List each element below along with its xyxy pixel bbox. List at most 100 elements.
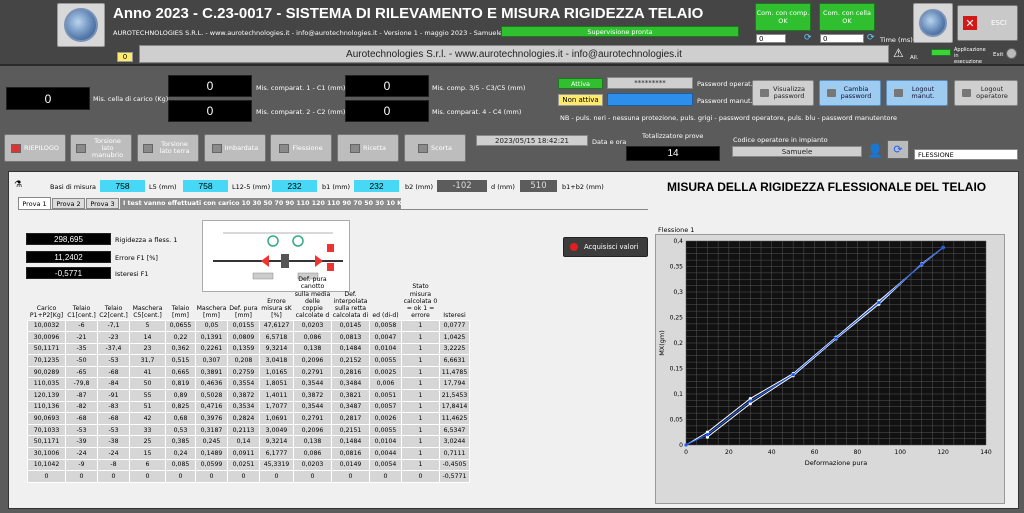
table-row: 110,035 -79,8 -84 50 0,819 0,4636 0,3554 1,8051… — [27, 377, 470, 391]
x-tick-label: 120 — [937, 449, 949, 456]
table-row: 50,1171 -35 -37,4 23 0,362 0,2261 0,1359 9,3214… — [27, 342, 470, 356]
table-cell: 3,0049 — [259, 423, 294, 437]
y-tick-label: 0,1 — [673, 391, 683, 398]
table-cell: 0,14 — [227, 435, 260, 449]
table-cell: 50,1171 — [27, 342, 66, 356]
nav-ricetta-button[interactable]: Ricetta — [337, 134, 399, 162]
visualizza-password-button[interactable]: Visualizza password — [752, 80, 814, 106]
microscope-icon: ⚗ — [14, 180, 23, 190]
totalizzatore-label: Totalizzatore prove — [642, 132, 704, 140]
table-cell: 0,0057 — [369, 400, 402, 414]
c4-display: 0 — [345, 100, 429, 122]
refresh-operator-button[interactable]: ⟳ — [887, 140, 909, 159]
logout-manut-button[interactable]: Logout manut. — [886, 80, 948, 106]
table-cell: 47,6127 — [259, 319, 294, 333]
column-header: Stato misura calcolata 0 = ok 1 = errore — [403, 283, 438, 320]
tab-prova-3[interactable]: Prova 3 — [86, 198, 119, 209]
table-cell: 42 — [129, 412, 166, 425]
c35-display: 0 — [345, 75, 429, 97]
table-cell: -68 — [97, 412, 130, 425]
table-cell: 0,2113 — [227, 423, 260, 437]
table-cell: -50 — [65, 354, 98, 367]
table-cell: -8 — [97, 458, 130, 472]
data-point — [941, 245, 945, 250]
table-cell: 0,3891 — [195, 365, 228, 379]
table-cell: -83 — [97, 400, 130, 414]
table-cell: 1 — [401, 342, 440, 356]
table-cell: 14 — [129, 331, 166, 344]
table-cell: 70,1033 — [27, 423, 66, 437]
d-value: -102 — [437, 180, 487, 192]
table-cell: 0,3544 — [293, 377, 332, 391]
table-cell: 0,3872 — [227, 389, 260, 402]
table-cell: 9,3214 — [259, 435, 294, 449]
tab-prova-2[interactable]: Prova 2 — [52, 198, 85, 209]
refresh-icon-2: ⟳ — [867, 33, 875, 43]
table-cell: 6,6631 — [439, 354, 470, 367]
x-tick-label: 80 — [854, 449, 862, 456]
table-cell: 1 — [401, 389, 440, 402]
table-row: 30,1006 -24 -24 15 0,24 0,1489 0,0911 6,1777 0,0… — [27, 447, 470, 460]
logout-icon — [894, 89, 903, 97]
table-cell: 1,4011 — [259, 389, 294, 402]
y-tick-label: 0,15 — [670, 366, 684, 373]
logout-operatore-button[interactable]: Logout operatore — [954, 80, 1018, 106]
counter-box: 0 — [117, 52, 133, 62]
nav-torsione-terra-button[interactable]: Torsione lato terra — [137, 134, 199, 162]
nav-riepilogo-button[interactable]: RIEPILOGO — [4, 134, 66, 162]
password-manut-field[interactable] — [607, 93, 693, 106]
esci-button[interactable]: ✕ ESCI — [957, 5, 1018, 41]
x-tick-label: 100 — [895, 449, 907, 456]
password-note: NB - puls. neri - nessuna protezione, pu… — [560, 114, 898, 122]
tab-prova-1[interactable]: Prova 1 — [18, 197, 51, 209]
table-row: 120,139 -87 -91 55 0,89 0,5028 0,3872 1,4011 0,3… — [27, 389, 470, 402]
acquisisci-valori-button[interactable]: Acquisisci valori — [563, 237, 648, 257]
table-row: 70,1235 -50 -53 31,7 0,515 0,307 0,208 3,0418 0,… — [27, 354, 470, 367]
table-cell: 0,3821 — [331, 389, 370, 402]
table-row: 50,1171 -39 -38 25 0,385 0,245 0,14 9,3214 0,138… — [27, 435, 470, 449]
table-cell: -39 — [65, 435, 98, 449]
yaw-icon — [211, 143, 222, 153]
company-banner: Aurotechnologies S.r.l. - www.aurotechno… — [139, 45, 889, 63]
table-cell: 0,24 — [165, 447, 196, 460]
nav-scorta-button[interactable]: Scorta — [404, 134, 466, 162]
table-cell: 1,0691 — [259, 412, 294, 425]
table-cell: 1 — [401, 400, 440, 414]
table-row: 0 0 0 0 0 0 0 0 0 0 0 0 -0,5771 — [27, 470, 470, 483]
data-point — [705, 433, 710, 437]
table-row: 110,136 -82 -83 51 0,825 0,4716 0,3534 1,7077 0,… — [27, 400, 470, 414]
logout-icon-2 — [962, 89, 971, 97]
table-cell: 120,139 — [27, 389, 66, 402]
table-cell: -53 — [97, 423, 130, 437]
table-cell: 17,8414 — [439, 400, 470, 414]
password-oper-field[interactable]: ********* — [607, 77, 693, 89]
table-cell: 41 — [129, 365, 166, 379]
column-header: Telaio [mm] — [171, 305, 190, 320]
column-header: Maschera C5[cent.] — [132, 305, 163, 320]
table-row: 70,1033 -53 -53 33 0,53 0,3187 0,2113 3,0049 0,2… — [27, 423, 470, 437]
l12-value[interactable]: 758 — [183, 180, 228, 192]
cambia-password-button[interactable]: Cambia password — [819, 80, 881, 106]
table-cell: 0,22 — [165, 331, 196, 344]
table-cell: 0,0251 — [227, 458, 260, 472]
table-cell: 0,515 — [165, 354, 196, 367]
table-cell: 90,0289 — [27, 365, 66, 379]
table-cell: -53 — [97, 354, 130, 367]
bend-icon — [279, 143, 290, 153]
b2-value[interactable]: 232 — [354, 180, 399, 192]
table-body: 10,0032 -6 -7,1 5 0,0655 0,05 0,0155 47,6127 0,0… — [27, 319, 470, 483]
app-running-label: Applicazione in esecuzione — [954, 47, 986, 65]
com-cella-time: 0 — [820, 34, 864, 43]
table-cell: -37,4 — [97, 342, 130, 356]
table-cell: 110,035 — [27, 377, 66, 391]
nav-imbardata-button[interactable]: Imbardata — [204, 134, 266, 162]
column-header: Telaio C2[cent.] — [99, 305, 128, 320]
table-cell: 9,3214 — [259, 342, 294, 356]
b1-value[interactable]: 232 — [272, 180, 317, 192]
nav-flessione-button[interactable]: Flessione — [270, 134, 332, 162]
table-cell: 0 — [65, 470, 98, 483]
exit-toggle[interactable] — [1006, 48, 1017, 59]
l-value[interactable]: 758 — [100, 180, 145, 192]
table-cell: 0,0104 — [369, 435, 402, 449]
nav-torsione-manubrio-button[interactable]: Torsione lato manubrio — [70, 134, 132, 162]
